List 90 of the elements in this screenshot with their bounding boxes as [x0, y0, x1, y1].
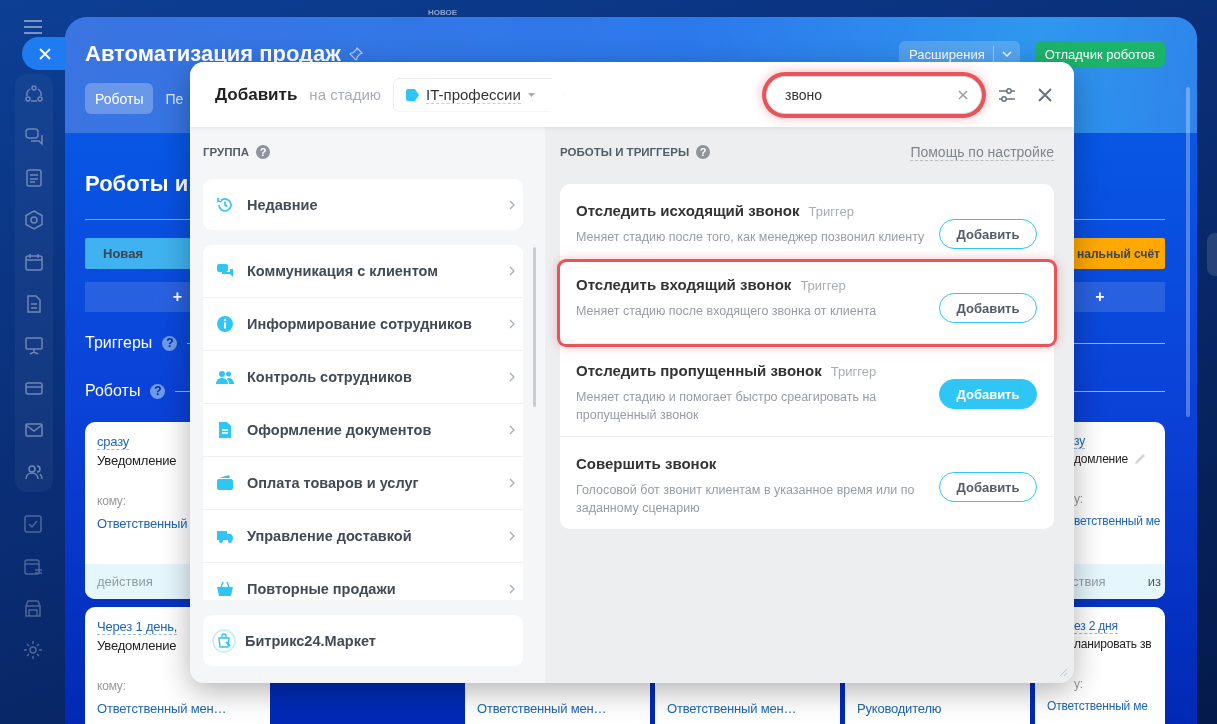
- clear-icon[interactable]: [958, 89, 968, 100]
- chat-icon[interactable]: [23, 126, 44, 146]
- close-button[interactable]: [22, 37, 65, 70]
- calendar-icon[interactable]: [23, 252, 44, 272]
- contacts-icon[interactable]: [23, 84, 44, 104]
- recipient-link[interactable]: Ответственный мен…: [97, 701, 227, 716]
- section-heading: Роботы и: [85, 170, 190, 198]
- panel-title: РОБОТЫ И ТРИГГЕРЫ: [560, 146, 690, 158]
- panel-title: ГРУППА: [203, 146, 250, 158]
- robot-name: Отследить пропущенный звонок: [576, 362, 822, 379]
- type-label: Триггер: [800, 278, 846, 293]
- wallet-icon: [216, 474, 234, 492]
- caret-icon: [1001, 51, 1012, 57]
- info-icon: [216, 315, 234, 333]
- recipient-label: у:: [1074, 677, 1084, 691]
- robot-name: Отследить входящий звонок: [576, 276, 792, 293]
- delay-link[interactable]: сразу: [97, 434, 130, 450]
- help-link[interactable]: Помощь по настройке: [910, 143, 1054, 161]
- add-button[interactable]: Добавить: [939, 293, 1037, 323]
- tab[interactable]: Пе: [155, 83, 194, 114]
- robot-description: Меняет стадию и помогает быстро среагировать на пропущенный звонок: [576, 389, 878, 424]
- group-item[interactable]: Недавние: [203, 179, 523, 230]
- robot-title: Уведомление: [97, 453, 177, 468]
- robot-title: домление: [1074, 452, 1128, 466]
- recipient-link[interactable]: Ответственный мен…: [477, 701, 607, 716]
- chevron-icon: [509, 319, 515, 329]
- dialog-title: Добавить: [215, 84, 298, 105]
- chevron-icon: [509, 372, 515, 382]
- robot-name: Отследить исходящий звонок: [576, 202, 800, 219]
- delay-link[interactable]: Через 1 день,: [97, 619, 178, 635]
- chevron-icon: [509, 584, 515, 594]
- recipient-link[interactable]: Ответственный мен…: [667, 701, 797, 716]
- history-icon: [216, 195, 234, 214]
- chevron-icon: [509, 478, 515, 488]
- robot-title: Уведомление: [97, 638, 177, 653]
- document-icon: [216, 421, 234, 439]
- chevron-icon: [509, 425, 515, 435]
- robot-item[interactable]: Отследить исходящий звонок Триггер Меняет стадию после того, как менеджер позвонил клиенту Добавить: [560, 184, 1054, 262]
- hexagon-icon[interactable]: [23, 210, 44, 230]
- checkbox-icon[interactable]: [22, 514, 43, 534]
- type-label: Триггер: [808, 204, 854, 219]
- people-icon[interactable]: [23, 462, 44, 482]
- resize-handle-icon[interactable]: [1059, 668, 1068, 677]
- recipient-label: кому:: [97, 679, 127, 693]
- robot-description: Меняет стадию после того, как менеджер позвонил клиенту: [576, 229, 926, 246]
- scrollbar[interactable]: [533, 247, 536, 407]
- recipient-link[interactable]: ветственный ме: [1074, 514, 1161, 528]
- chevron-icon: [509, 266, 515, 276]
- basket-icon: [216, 580, 234, 598]
- recipient-label: кому:: [97, 494, 127, 508]
- help-icon[interactable]: ?: [150, 383, 166, 399]
- mail-icon[interactable]: [23, 420, 44, 440]
- chevron-icon: [509, 531, 515, 541]
- robot-title: ланировать зв: [1074, 637, 1152, 651]
- search-field[interactable]: звоно: [766, 75, 982, 114]
- help-icon[interactable]: ?: [162, 335, 178, 351]
- type-label: Триггер: [830, 364, 877, 379]
- group-item[interactable]: Битрикс24.Маркет: [203, 615, 523, 666]
- chevron-icon: [509, 199, 515, 210]
- actions-label: действия: [97, 574, 153, 589]
- store-icon[interactable]: [22, 598, 43, 618]
- robot-description: Голосовой бот звонит клиентам в указанное время или по заданному сценарию: [576, 482, 916, 517]
- presentation-icon[interactable]: [23, 336, 44, 356]
- footer-label: из: [1147, 574, 1161, 589]
- scrollbar[interactable]: [1186, 87, 1190, 417]
- add-button[interactable]: Добавить: [939, 472, 1037, 502]
- robot-item[interactable]: Отследить входящий звонок Триггер Меняет стадию после входящего звонка от клиента Добавить: [560, 262, 1054, 344]
- new-label: НОВОЕ: [428, 8, 458, 17]
- robot-item[interactable]: Отследить пропущенный звонок Триггер Меняет стадию и помогает быстро среагировать на пропущенный звонок Добавить: [560, 344, 1054, 437]
- pencil-icon[interactable]: [1134, 453, 1146, 465]
- filter-icon[interactable]: [998, 86, 1016, 103]
- close-icon: [39, 47, 51, 60]
- shopping-bag-icon: [212, 628, 236, 653]
- robot-name: Совершить звонок: [576, 455, 717, 472]
- robot-description: Меняет стадию после входящего звонка от клиента: [576, 303, 878, 320]
- caret-icon: [527, 92, 535, 97]
- schedule-icon[interactable]: [22, 556, 43, 576]
- menu-icon[interactable]: [22, 20, 43, 34]
- recipient-link[interactable]: Ответственный ме: [1047, 699, 1148, 713]
- stage-prefix: на стадию: [309, 86, 382, 103]
- recipient-link[interactable]: Ответственный: [97, 516, 188, 531]
- form-icon[interactable]: [23, 168, 44, 188]
- stage-selector[interactable]: IT-профессии: [393, 77, 564, 112]
- add-button[interactable]: Добавить: [939, 219, 1037, 249]
- recipient-label: у:: [1074, 492, 1084, 506]
- section-label: Триггеры: [85, 334, 153, 352]
- close-icon[interactable]: [1038, 87, 1052, 102]
- recipient-link[interactable]: Руководителю: [857, 701, 942, 716]
- people-icon: [216, 368, 234, 386]
- section-label: Роботы: [85, 382, 141, 400]
